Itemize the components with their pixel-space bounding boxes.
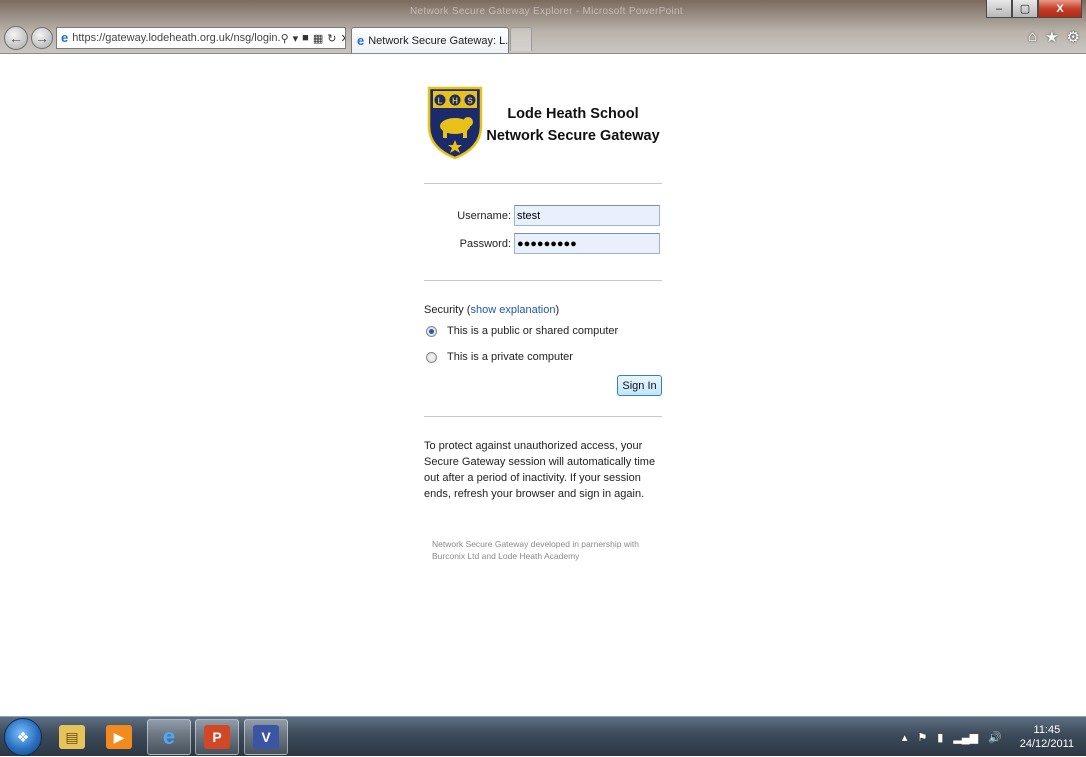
divider [424,416,662,417]
explorer-icon: ▤ [59,725,85,749]
public-computer-option[interactable]: This is a public or shared computer [426,325,618,337]
tray-icons: ▴ ⚑ ▮ ▂▄▆ 🔊 [902,731,1002,744]
svg-text:S: S [467,97,473,106]
public-computer-radio[interactable] [426,325,437,337]
network-signal-icon[interactable]: ▂▄▆ [953,731,978,744]
stop-icon[interactable]: ✕ [340,32,345,45]
forward-arrow-icon: → [35,30,49,46]
browser-chrome: Network Secure Gateway Explorer - Micros… [0,0,1086,54]
taskbar-internet-explorer[interactable]: e [147,719,191,755]
start-button[interactable]: ❖ [4,718,42,756]
password-row: Password: [424,233,662,254]
sign-in-button[interactable]: Sign In [617,375,662,396]
restore-button[interactable]: ▢ [1012,0,1038,18]
school-name: Lode Heath School [507,106,639,122]
restore-icon: ▢ [1019,3,1031,15]
clock-time: 11:45 [1033,724,1061,736]
action-center-flag-icon[interactable]: ⚑ [917,731,927,744]
refresh-icon[interactable]: ↻ [327,32,336,45]
svg-text:H: H [452,97,458,106]
taskbar-visio[interactable]: V [244,719,288,755]
address-bar-icons: ⚲ ▾ ■ ▦ ↻ ✕ [281,32,345,45]
back-button[interactable]: ← [4,26,28,50]
private-computer-option[interactable]: This is a private computer [426,351,573,363]
public-computer-label[interactable]: This is a public or shared computer [447,325,618,337]
forward-button[interactable]: → [31,27,53,49]
window-controls: – ▢ X [986,0,1082,18]
system-tray: ▴ ⚑ ▮ ▂▄▆ 🔊 11:45 24/12/2011 [902,717,1086,757]
ie-favicon-icon: e [61,30,69,45]
home-icon[interactable]: ⌂ [1028,28,1037,46]
gear-icon[interactable]: ⚙ [1067,28,1080,46]
internet-explorer-icon: e [162,724,176,749]
security-close-paren: ) [555,304,560,316]
powerpoint-icon: P [204,725,230,749]
divider [424,183,662,184]
new-tab-button[interactable] [510,27,532,51]
school-crest-logo: L H S [427,86,483,160]
battery-icon[interactable]: ▮ [937,731,943,744]
private-computer-radio[interactable] [426,351,437,363]
lock-icon[interactable]: ■ [302,32,309,45]
search-icon[interactable]: ⚲ [281,32,289,45]
clock[interactable]: 11:45 24/12/2011 [1020,723,1074,751]
star-icon[interactable]: ★ [1045,28,1058,46]
footer-credits: Network Secure Gateway developed in parn… [432,539,639,561]
svg-text:L: L [438,97,443,106]
password-label: Password: [459,237,511,250]
minimize-icon: – [995,2,1003,15]
back-arrow-icon: ← [9,30,23,46]
compatibility-icon[interactable]: ▦ [313,32,323,45]
timeout-notice: To protect against unauthorized access, … [424,440,656,500]
security-heading: Security (show explanation) [424,304,559,316]
window-title: Network Secure Gateway Explorer - Micros… [410,6,683,17]
windows-logo-icon: ❖ [16,728,30,745]
ie-tab-favicon-icon: e [357,33,365,48]
dropdown-icon[interactable]: ▾ [293,32,299,45]
tab-network-secure-gateway[interactable]: e Network Secure Gateway: L... ✕ [351,27,509,53]
taskbar-explorer[interactable]: ▤ [50,719,94,755]
browser-toolbar-icons: ⌂ ★ ⚙ [1028,28,1080,46]
username-label: Username: [457,209,511,222]
visio-icon: V [253,725,279,749]
username-row: Username: [424,205,662,226]
show-hidden-icons-icon[interactable]: ▴ [902,731,908,744]
address-url[interactable]: https://gateway.lodeheath.org.uk/nsg/log… [72,32,280,44]
taskbar-powerpoint[interactable]: P [195,719,239,755]
password-input[interactable] [514,233,660,254]
username-input[interactable] [514,205,660,226]
security-label: Security ( [424,304,471,316]
page-content: L H S Lode Heath School Network Secure G… [0,54,1086,716]
media-player-icon: ▶ [106,725,132,749]
address-bar[interactable]: e https://gateway.lodeheath.org.uk/nsg/l… [56,27,346,49]
volume-icon[interactable]: 🔊 [988,731,1002,744]
private-computer-label[interactable]: This is a private computer [447,351,573,363]
close-icon: X [1056,2,1064,15]
clock-date: 24/12/2011 [1019,738,1074,750]
divider [424,280,662,281]
minimize-button[interactable]: – [986,0,1012,18]
taskbar: ❖ ▤ ▶ e P V ▴ ⚑ ▮ ▂▄▆ 🔊 11:45 24/12/2011 [0,716,1086,756]
taskbar-media-player[interactable]: ▶ [97,719,141,755]
gateway-name: Network Secure Gateway [486,128,660,144]
close-window-button[interactable]: X [1038,0,1082,18]
tab-title: Network Secure Gateway: L... [368,34,509,47]
page-title: Lode Heath School Network Secure Gateway [484,103,662,147]
show-explanation-link[interactable]: show explanation [470,304,555,316]
